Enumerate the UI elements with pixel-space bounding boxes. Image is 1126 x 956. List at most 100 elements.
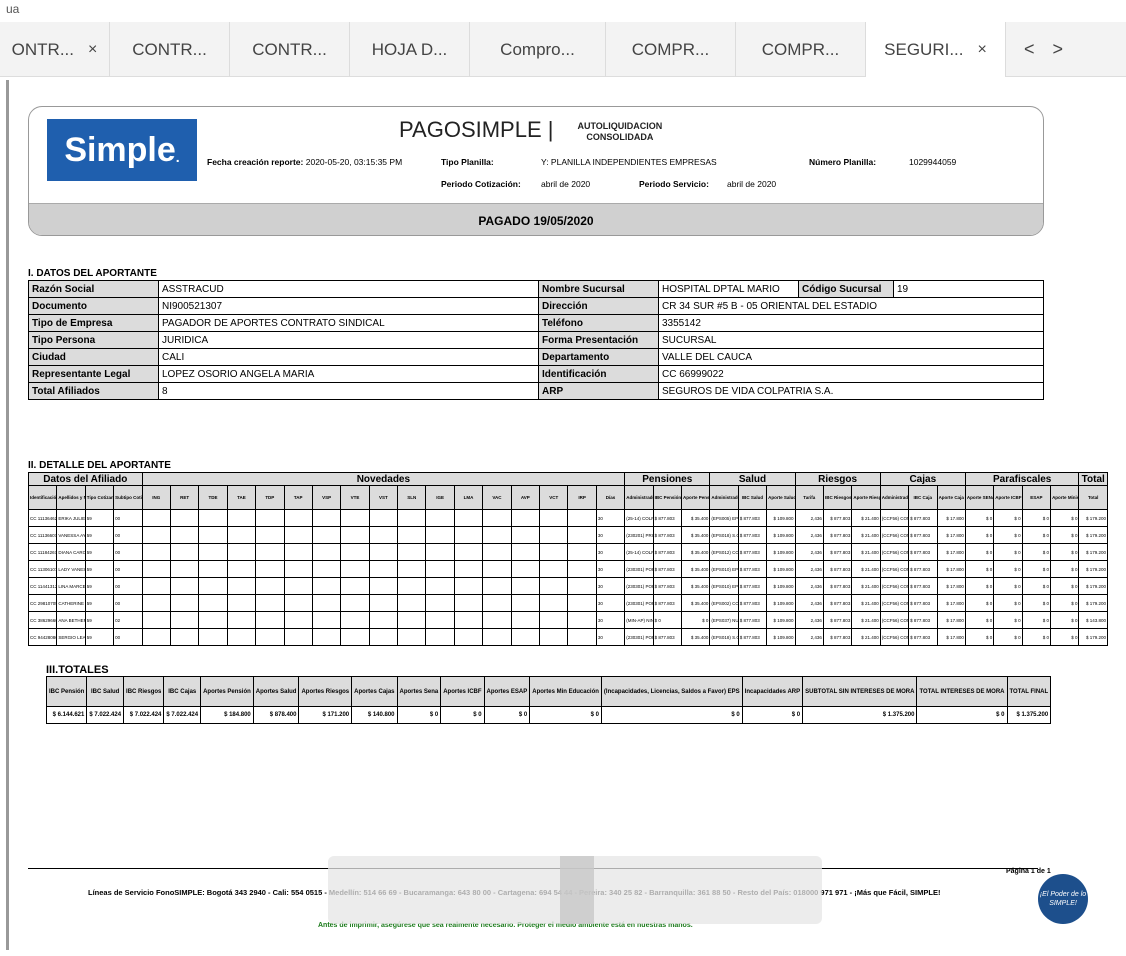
tab-4[interactable]: Compro...	[470, 22, 606, 77]
table-cell	[425, 543, 455, 561]
tab-3[interactable]: HOJA D...	[350, 22, 470, 77]
table-cell: (25-14) COLPENSIONES	[624, 543, 654, 561]
chevron-left-icon[interactable]: <	[1024, 39, 1035, 60]
page-overlay-toolbar[interactable]	[328, 856, 822, 924]
table-cell: $ 877.803	[737, 611, 768, 629]
table-cell	[141, 628, 171, 646]
table-cell	[283, 543, 313, 561]
fecha-value: 2020-05-20, 03:15:35 PM	[305, 157, 403, 167]
totales-header: IBC Salud	[86, 676, 125, 707]
table-cell: $ 0	[964, 628, 995, 646]
table-cell: (230301) PORVENIR	[624, 594, 654, 612]
totales-header: IBC Riesgos	[123, 676, 165, 707]
table-row: CC 1113646288ERIKA JULIETH PINO CAICEDO5…	[27, 509, 1108, 527]
table-cell	[226, 543, 257, 561]
table-cell	[255, 577, 285, 595]
table-cell: CC 1144131248	[27, 577, 58, 595]
table-cell: $ 877.803	[737, 560, 768, 578]
table-cell	[453, 611, 484, 629]
table-cell: (EPS002) COOMEVA EPS	[709, 594, 739, 612]
totales-value: $ 6.144.621	[45, 706, 88, 724]
column-header: TAP	[283, 485, 313, 510]
table-cell: $ 0	[680, 611, 711, 629]
table-cell: (EPS018) S.O.S EPS	[709, 526, 739, 544]
datos-value: CALI	[158, 348, 539, 366]
table-cell: (CCF56) COMFENALCO VALLE	[879, 526, 910, 544]
table-cell	[425, 628, 455, 646]
table-cell: 2,436	[794, 577, 824, 595]
overlay-page-thumb[interactable]	[560, 856, 594, 924]
column-header: Administradora	[624, 485, 654, 510]
group-header: Riesgos	[794, 472, 881, 486]
tab-label: SEGURI...	[884, 39, 964, 59]
table-cell: CC 1113660713	[27, 526, 58, 544]
column-header: ING	[141, 485, 171, 510]
table-cell	[368, 611, 399, 629]
table-cell: (230301) PORVENIR	[624, 577, 654, 595]
chevron-right-icon[interactable]: >	[1053, 39, 1064, 60]
datos-label: Nombre Sucursal	[538, 280, 659, 298]
table-cell	[453, 543, 484, 561]
table-cell	[539, 526, 569, 544]
table-cell: $ 109.800	[766, 628, 796, 646]
datos-label: Código Sucursal	[798, 280, 894, 298]
table-cell	[141, 594, 171, 612]
totales-value: $ 140.800	[351, 706, 398, 724]
table-cell: $ 109.800	[766, 594, 796, 612]
table-cell: (EPS018) S.O.S EPS	[709, 628, 739, 646]
tab-7[interactable]: SEGURI... ×	[866, 22, 1006, 77]
table-cell: $ 35.400	[680, 577, 711, 595]
tab-2[interactable]: CONTR...	[230, 22, 350, 77]
table-cell	[255, 594, 285, 612]
totales-value: $ 0	[529, 706, 602, 724]
table-cell	[340, 577, 370, 595]
group-header: Novedades	[141, 472, 626, 486]
table-cell: 00	[113, 594, 143, 612]
table-cell	[169, 577, 200, 595]
group-header: Salud	[709, 472, 796, 486]
table-cell	[425, 594, 455, 612]
table-cell	[425, 526, 455, 544]
tab-1[interactable]: CONTR...	[110, 22, 230, 77]
table-cell: $ 877.803	[908, 560, 938, 578]
table-cell: CC 38629660	[27, 611, 58, 629]
table-cell: $ 109.800	[766, 560, 796, 578]
column-header: Apellidos y Nombres	[56, 485, 86, 510]
datos-label: Tipo de Empresa	[28, 314, 159, 332]
report-subtitle: AUTOLIQUIDACION CONSOLIDADA	[577, 121, 662, 142]
tab-0[interactable]: ONTR... ×	[0, 22, 110, 77]
table-cell	[226, 611, 257, 629]
tab-5[interactable]: COMPR...	[606, 22, 736, 77]
tab-6[interactable]: COMPR...	[736, 22, 866, 77]
table-cell	[340, 526, 370, 544]
totales-value: $ 7.022.424	[123, 706, 165, 724]
table-cell	[198, 560, 228, 578]
table-cell: $ 0	[993, 611, 1023, 629]
table-cell	[368, 577, 399, 595]
close-icon[interactable]: ×	[978, 41, 987, 59]
column-header: IRP	[567, 485, 597, 510]
totales-header: Aportes ICBF	[440, 676, 485, 707]
table-cell	[510, 526, 541, 544]
table-cell	[255, 543, 285, 561]
table-cell	[397, 526, 427, 544]
table-cell	[567, 509, 597, 527]
datos-row: Representante Legal LOPEZ OSORIO ANGELA M…	[28, 365, 1044, 383]
table-cell: 30	[595, 526, 626, 544]
table-cell	[141, 509, 171, 527]
totales-value: $ 7.022.424	[163, 706, 202, 724]
fecha-label: Fecha creación reporte:	[207, 157, 304, 167]
table-cell: $ 35.400	[680, 628, 711, 646]
table-cell	[368, 526, 399, 544]
table-cell: $ 109.800	[766, 526, 796, 544]
totales-table: IBC Pensión IBC Salud IBC Riesgos IBC Cajas…	[45, 676, 1052, 724]
detalle-table: Datos del Afiliado Novedades Pensiones Salu…	[27, 472, 1108, 646]
table-cell: CC 29810705	[27, 594, 58, 612]
totales-header: Aportes Riesgos	[298, 676, 353, 707]
table-cell	[169, 509, 200, 527]
table-cell	[340, 543, 370, 561]
close-icon[interactable]: ×	[88, 41, 97, 59]
table-cell: $ 877.803	[908, 594, 938, 612]
periodo-cot-label: Periodo Cotización:	[441, 179, 521, 189]
table-cell	[255, 509, 285, 527]
